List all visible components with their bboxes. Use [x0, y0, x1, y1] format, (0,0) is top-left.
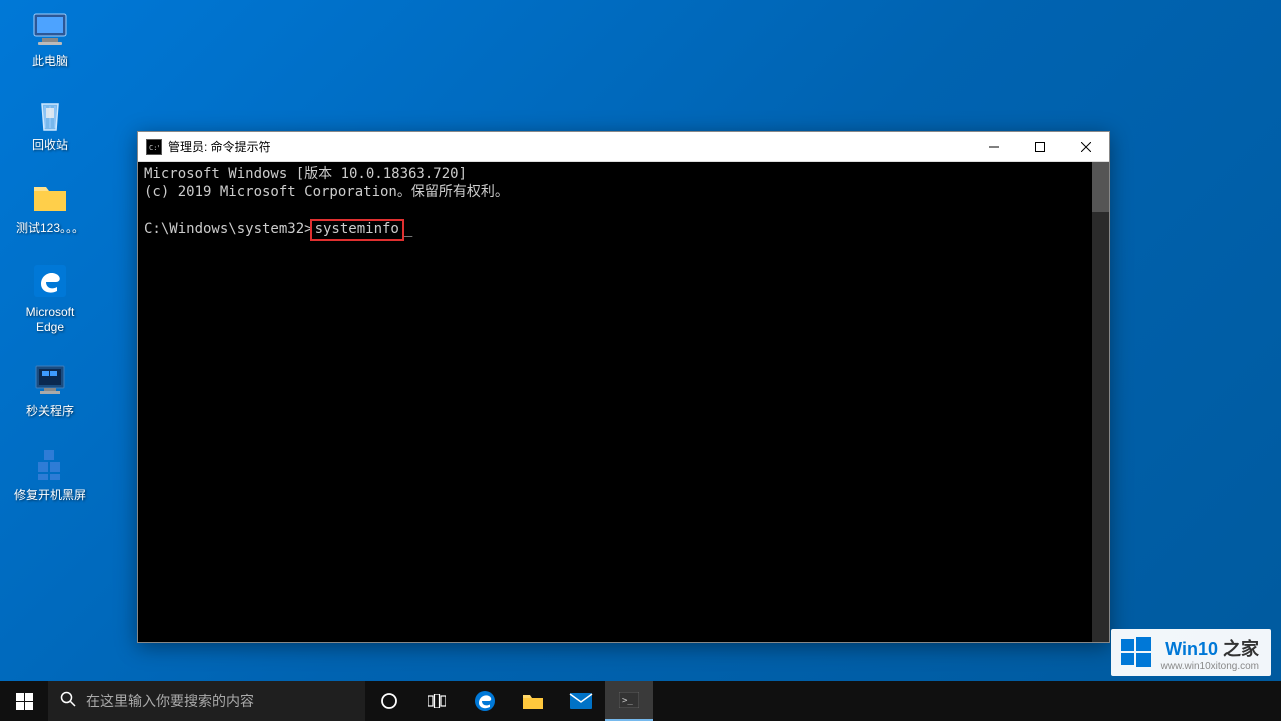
desktop-icon-label: 测试123。。。	[16, 221, 84, 237]
cmd-icon: C:\	[146, 139, 162, 155]
this-pc-icon	[28, 8, 72, 52]
cmd-prompt: C:\Windows\system32>	[144, 221, 313, 237]
taskbar: 在这里输入你要搜索的内容 >_	[0, 681, 1281, 721]
desktop-icon-this-pc[interactable]: 此电脑	[10, 8, 90, 70]
repair-app-icon	[28, 442, 72, 486]
cmd-output-line: (c) 2019 Microsoft Corporation。保留所有权利。	[144, 184, 509, 200]
desktop-icon-label: 秒关程序	[26, 404, 74, 420]
window-controls	[971, 132, 1109, 161]
watermark-logo-icon	[1119, 635, 1153, 674]
cmd-taskbar-icon: >_	[619, 692, 639, 708]
cmd-command-text: systeminfo	[315, 221, 399, 237]
folder-icon	[28, 175, 72, 219]
cmd-cursor: _	[404, 221, 412, 239]
folder-icon	[522, 692, 544, 710]
svg-text:C:\: C:\	[149, 144, 159, 151]
cmd-output-line: Microsoft Windows [版本 10.0.18363.720]	[144, 166, 467, 182]
cmd-body[interactable]: Microsoft Windows [版本 10.0.18363.720] (c…	[138, 162, 1109, 642]
taskbar-mail[interactable]	[557, 681, 605, 721]
desktop-icon-shutdown[interactable]: 秒关程序	[10, 358, 90, 420]
highlighted-command: systeminfo	[310, 219, 404, 242]
cmd-titlebar[interactable]: C:\ 管理员: 命令提示符	[138, 132, 1109, 162]
watermark-title: Win10 之家	[1165, 635, 1259, 661]
scrollbar-thumb[interactable]	[1092, 162, 1109, 212]
taskbar-search-box[interactable]: 在这里输入你要搜索的内容	[48, 681, 365, 721]
cmd-title-text: 管理员: 命令提示符	[168, 138, 971, 155]
desktop-icons-column: 此电脑 回收站 测试123。。。 Microsoft Edge	[10, 8, 90, 525]
search-icon	[60, 691, 76, 712]
desktop-icon-label: 修复开机黑屏	[14, 488, 86, 504]
shutdown-app-icon	[28, 358, 72, 402]
desktop-icon-edge[interactable]: Microsoft Edge	[10, 259, 90, 336]
watermark-url: www.win10xitong.com	[1161, 661, 1259, 672]
windows-logo-icon	[16, 693, 33, 710]
cmd-window[interactable]: C:\ 管理员: 命令提示符 Microsoft Windows [版本 10.…	[137, 131, 1110, 643]
start-button[interactable]	[0, 681, 48, 721]
mail-icon	[569, 692, 593, 710]
edge-icon	[28, 259, 72, 303]
search-placeholder: 在这里输入你要搜索的内容	[86, 691, 254, 711]
taskbar-edge[interactable]	[461, 681, 509, 721]
desktop-icon-folder[interactable]: 测试123。。。	[10, 175, 90, 237]
cmd-scrollbar[interactable]	[1092, 162, 1109, 642]
task-view-button[interactable]	[413, 681, 461, 721]
desktop-icon-label: 此电脑	[32, 54, 68, 70]
task-view-icon	[428, 694, 446, 708]
watermark: Win10 之家 www.win10xitong.com	[1111, 629, 1271, 676]
taskbar-cmd[interactable]: >_	[605, 681, 653, 721]
maximize-button[interactable]	[1017, 132, 1063, 161]
desktop-icon-repair[interactable]: 修复开机黑屏	[10, 442, 90, 504]
desktop-icon-label: Microsoft Edge	[12, 305, 88, 336]
svg-text:>_: >_	[622, 696, 633, 706]
taskbar-explorer[interactable]	[509, 681, 557, 721]
cortana-button[interactable]	[365, 681, 413, 721]
edge-icon	[473, 689, 497, 713]
close-button[interactable]	[1063, 132, 1109, 161]
recycle-bin-icon	[28, 92, 72, 136]
desktop-icon-label: 回收站	[32, 138, 68, 154]
cortana-icon	[380, 692, 398, 710]
desktop-icon-recycle-bin[interactable]: 回收站	[10, 92, 90, 154]
minimize-button[interactable]	[971, 132, 1017, 161]
